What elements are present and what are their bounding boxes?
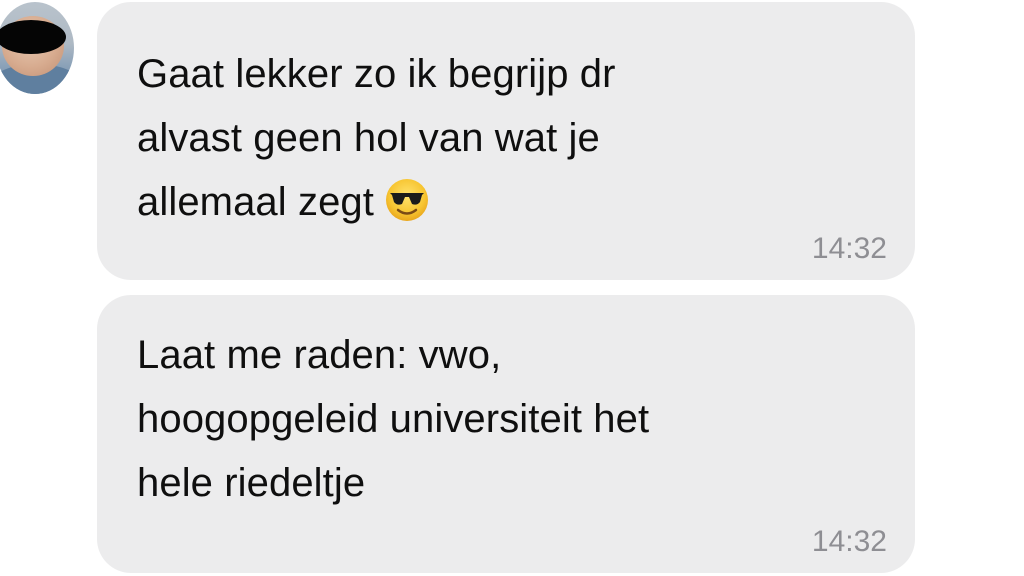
- message-line: allemaal zegt: [137, 180, 374, 224]
- message-bubble[interactable]: Gaat lekker zo ik begrijp dr alvast geen…: [97, 2, 915, 280]
- message-timestamp: 14:32: [811, 525, 887, 558]
- message-line: hoogopgeleid universiteit het: [137, 397, 650, 441]
- message-text: Gaat lekker zo ik begrijp dr alvast geen…: [137, 42, 837, 234]
- sunglasses-emoji-icon: [384, 177, 430, 223]
- message-line: alvast geen hol van wat je: [137, 116, 600, 160]
- message-bubble[interactable]: Laat me raden: vwo, hoogopgeleid univers…: [97, 295, 915, 573]
- message-line: Laat me raden: vwo,: [137, 333, 502, 377]
- message-timestamp: 14:32: [811, 232, 887, 265]
- message-line: Gaat lekker zo ik begrijp dr: [137, 52, 616, 96]
- message-line: hele riedeltje: [137, 461, 366, 505]
- message-text: Laat me raden: vwo, hoogopgeleid univers…: [137, 323, 837, 515]
- contact-avatar[interactable]: [0, 2, 74, 94]
